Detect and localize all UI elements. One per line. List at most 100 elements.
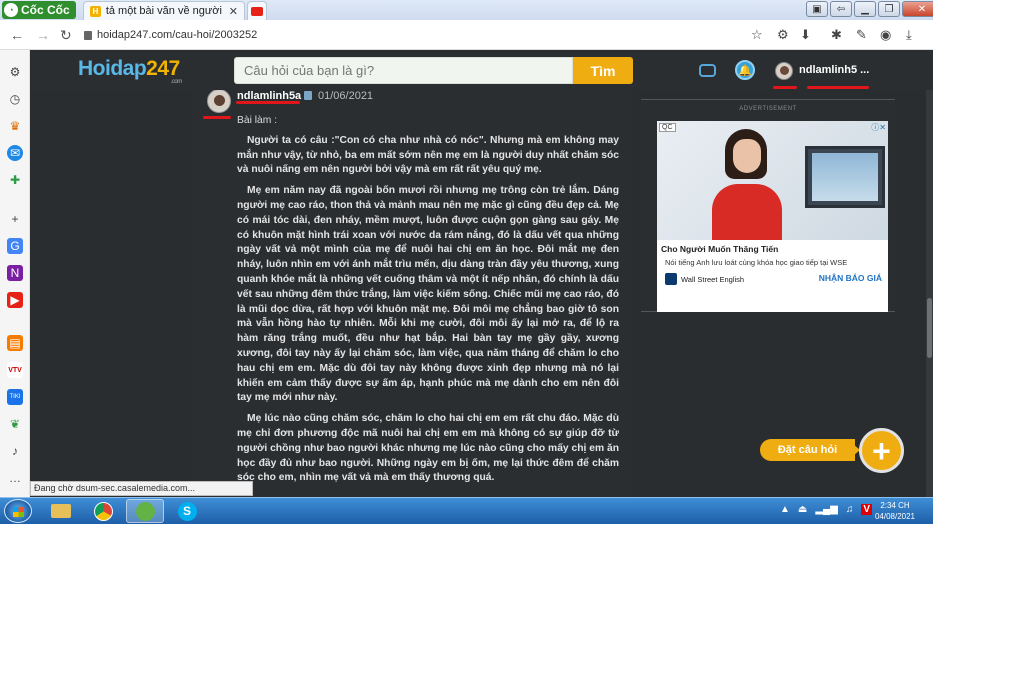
settings-icon[interactable]: ⚙: [7, 64, 23, 80]
bell-icon[interactable]: 🔔: [735, 60, 755, 80]
translate-icon[interactable]: ⚙: [777, 27, 789, 43]
restore-button[interactable]: ❐: [878, 1, 900, 17]
browser-brand: Cốc Cốc: [21, 3, 70, 17]
avatar[interactable]: [775, 62, 793, 80]
start-button[interactable]: [4, 499, 32, 523]
hoidap-favicon-icon: H: [90, 5, 101, 17]
more-icon[interactable]: …: [7, 470, 23, 486]
back-window-icon[interactable]: ⇦: [830, 1, 852, 17]
annotation-underline: [203, 116, 231, 119]
header-username[interactable]: ndlamlinh5 ...: [799, 64, 869, 76]
close-button[interactable]: ✕: [902, 1, 933, 17]
youtube-side-icon[interactable]: ▶: [7, 292, 23, 308]
search-button[interactable]: Tìm: [573, 57, 633, 84]
url-text: hoidap247.com/cau-hoi/2003252: [97, 29, 258, 41]
tab-title: tả một bài văn về người mẹ: [105, 5, 224, 17]
shopping-icon[interactable]: ▤: [7, 335, 23, 351]
scrollbar-track[interactable]: [926, 90, 933, 497]
woman-image: [712, 129, 782, 240]
reload-icon[interactable]: ↻: [60, 27, 72, 44]
forward-arrow-icon[interactable]: →: [36, 27, 50, 43]
logo-sub: .com: [170, 79, 183, 85]
ad-cta-button[interactable]: NHẬN BÁO GIÁ: [819, 273, 882, 283]
ad-title[interactable]: Cho Người Muốn Thăng Tiến: [661, 244, 778, 254]
usb-icon[interactable]: ⏏: [798, 504, 807, 515]
ad-close-icon[interactable]: ⓘ✕: [871, 122, 886, 133]
crown-icon[interactable]: ♛: [7, 118, 23, 134]
history-icon[interactable]: ◷: [7, 91, 23, 107]
logo-number: 247: [146, 57, 180, 80]
minimize-button[interactable]: ▁: [854, 1, 876, 17]
search-input[interactable]: [234, 57, 573, 84]
post-intro: Bài làm :: [237, 115, 278, 126]
paragraph: Mẹ em năm nay đã ngoài bốn mươi rồi nhưn…: [237, 185, 619, 404]
window-controls: ▣ ⇦ ▁ ❐ ✕: [806, 1, 933, 18]
post-date: 01/06/2021: [318, 90, 374, 102]
site-header: Hoidap247 .com Tìm 🔔 ndlamlinh5 ...: [31, 50, 933, 90]
screenshot-icon[interactable]: ▣: [806, 1, 828, 17]
monitor-image: [805, 146, 885, 208]
clock-date: 04/08/2021: [874, 512, 916, 521]
translate-side-icon[interactable]: G: [7, 238, 23, 254]
browser-tab-bar: ◔ Cốc Cốc H tả một bài văn về người mẹ ✕…: [0, 0, 933, 20]
skype-icon: S: [177, 501, 197, 521]
windows-taskbar: S ▲ ⏏ ▂▄▆ ♫ V 2:34 CH 04/08/2021: [0, 497, 933, 524]
tiki-icon[interactable]: TIKI: [7, 389, 23, 405]
coccoc-logo-icon: ◔: [4, 3, 18, 17]
tray-expand-icon[interactable]: ▲: [780, 504, 790, 515]
logo-text: Hoidap: [78, 57, 147, 80]
ad-description: Nói tiếng Anh lưu loát cùng khóa học gia…: [665, 258, 848, 267]
post-body: Bài làm : Người ta có câu :"Con có cha n…: [237, 114, 619, 492]
answer-post: ndlamlinh5a 01/06/2021 Bài làm : Người t…: [193, 90, 633, 497]
vtv-icon[interactable]: VTV: [7, 362, 23, 378]
ad-banner[interactable]: QC ⓘ✕ Cho Người Muốn Thăng Tiến Nói tiến…: [657, 121, 888, 312]
ad-label: ADVERTISEMENT: [739, 106, 797, 112]
badge-icon: [304, 91, 312, 100]
folder-icon: [51, 504, 71, 518]
ask-question-label[interactable]: Đặt câu hỏi: [760, 439, 855, 461]
extensions-icon[interactable]: ✱: [831, 27, 842, 43]
coccoc-menu-button[interactable]: ◔ Cốc Cốc: [2, 1, 76, 19]
chrome-icon: [93, 501, 113, 521]
scrollbar-thumb[interactable]: [927, 298, 932, 358]
taskbar-skype[interactable]: S: [168, 499, 206, 523]
taskbar-explorer[interactable]: [42, 499, 80, 523]
save-icon[interactable]: ⤓: [906, 27, 912, 43]
volume-icon[interactable]: ♫: [846, 504, 854, 515]
youtube-favicon-icon: [251, 6, 263, 16]
back-arrow-icon[interactable]: ←: [10, 27, 24, 43]
edit-icon[interactable]: ✎: [856, 27, 867, 43]
status-bar: Đang chờ dsum-sec.casalemedia.com...: [30, 481, 253, 496]
tab-close-icon[interactable]: ✕: [229, 5, 238, 18]
messenger-icon[interactable]: ✉: [7, 145, 23, 161]
paragraph: Người ta có câu :"Con có cha như nhà có …: [237, 134, 619, 176]
address-bar: ← → ↻ hoidap247.com/cau-hoi/2003252 ☆ ⚙ …: [0, 20, 933, 50]
taskbar-chrome[interactable]: [84, 499, 122, 523]
leaf-icon[interactable]: ❦: [7, 416, 23, 432]
taskbar-clock[interactable]: 2:34 CH 04/08/2021: [862, 500, 928, 522]
browser-sidebar: ⚙ ◷ ♛ ✉ ✚ + G N ▶ ▤ VTV TIKI ❦ ♪ …: [0, 50, 30, 497]
ad-brand: Wall Street English: [665, 273, 744, 285]
ad-brand-name: Wall Street English: [681, 274, 745, 284]
screen: ◔ Cốc Cốc H tả một bài văn về người mẹ ✕…: [0, 0, 933, 524]
download-icon[interactable]: ⬇: [800, 27, 811, 43]
author-avatar[interactable]: [207, 90, 231, 113]
url-field[interactable]: hoidap247.com/cau-hoi/2003252: [84, 25, 684, 45]
tab-active[interactable]: H tả một bài văn về người mẹ ✕: [83, 1, 245, 20]
coccoc-icon: [135, 501, 155, 521]
notification-bell-icon[interactable]: ♪: [7, 443, 23, 459]
annotation-underline: [807, 86, 869, 89]
clock-time: 2:34 CH: [880, 501, 910, 510]
tab-youtube[interactable]: [247, 1, 267, 20]
ask-question-button[interactable]: +: [859, 428, 904, 473]
add-icon[interactable]: +: [7, 211, 23, 227]
taskbar-coccoc[interactable]: [126, 499, 164, 523]
chat-icon[interactable]: [699, 64, 716, 77]
notes-icon[interactable]: N: [7, 265, 23, 281]
site-logo[interactable]: Hoidap247 .com: [78, 57, 182, 85]
network-icon[interactable]: ▂▄▆: [815, 504, 837, 515]
gamepad-icon[interactable]: ✚: [7, 172, 23, 188]
ad-image[interactable]: QC ⓘ✕: [657, 121, 888, 240]
bookmark-star-icon[interactable]: ☆: [751, 27, 763, 43]
profile-icon[interactable]: ◉: [880, 27, 891, 43]
